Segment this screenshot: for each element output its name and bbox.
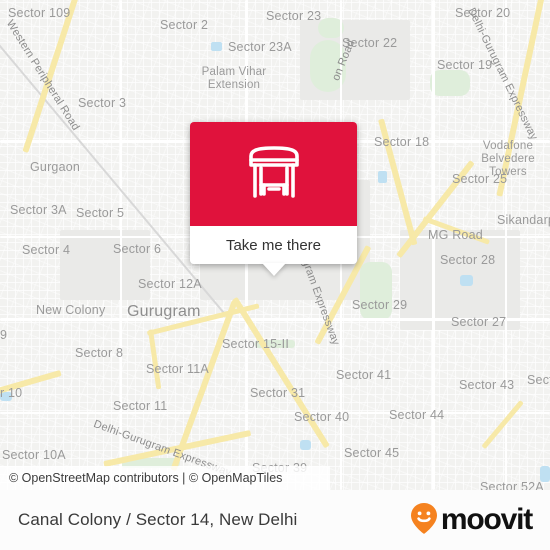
map-block-shade — [60, 230, 150, 300]
map-water — [211, 42, 222, 51]
moovit-logo[interactable]: moovit — [409, 501, 533, 540]
station-popup-card[interactable]: Take me there — [190, 122, 357, 276]
map-water — [0, 392, 12, 401]
map-attribution: © OpenStreetMap contributors | © OpenMap… — [0, 466, 330, 490]
map-water — [540, 466, 550, 482]
map-canvas[interactable]: Sector 109 Sector 2 Sector 23 Sector 20 Sect… — [0, 0, 550, 490]
attribution-text[interactable]: © OpenStreetMap contributors | © OpenMap… — [0, 471, 282, 485]
map-water — [300, 440, 311, 450]
moovit-wordmark: moovit — [440, 503, 533, 536]
popup-pointer-tail — [261, 263, 286, 276]
map-road — [432, 0, 435, 490]
place-title: Canal Colony / Sector 14, New Delhi — [18, 510, 298, 529]
map-road — [0, 412, 550, 414]
map-water — [460, 275, 473, 286]
take-me-there-label: Take me there — [225, 236, 322, 254]
bus-shelter-icon — [243, 144, 305, 205]
moovit-map-screenshot: Sector 109 Sector 2 Sector 23 Sector 20 Sect… — [0, 0, 550, 550]
take-me-there-button[interactable]: Take me there — [190, 226, 357, 264]
moovit-pin-icon — [409, 501, 439, 540]
map-water — [378, 171, 387, 183]
map-park — [430, 70, 470, 96]
bottom-bar: Canal Colony / Sector 14, New Delhi moov… — [0, 490, 550, 550]
map-road — [120, 0, 122, 490]
map-park — [360, 262, 392, 320]
map-road — [0, 318, 550, 321]
station-icon-panel — [190, 122, 357, 226]
